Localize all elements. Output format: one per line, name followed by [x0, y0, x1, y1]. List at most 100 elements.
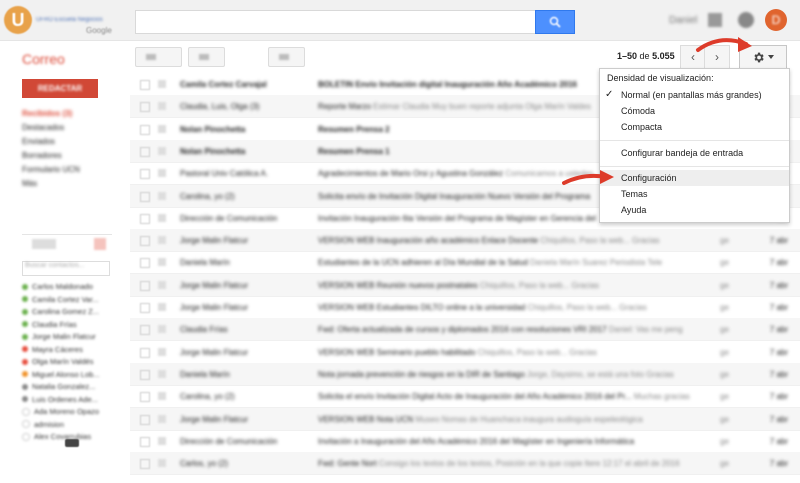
contact-item[interactable]: Olga Marín Valdés	[22, 357, 94, 366]
star-icon[interactable]	[158, 459, 166, 468]
row-checkbox[interactable]	[140, 169, 150, 180]
row-checkbox[interactable]	[140, 414, 150, 425]
star-icon[interactable]	[158, 369, 166, 378]
email-sender: Camila Cortez Carvajal	[180, 80, 267, 89]
hangouts-user-icon[interactable]	[32, 239, 56, 249]
contact-item[interactable]: Alex Covarrubias	[22, 432, 91, 441]
row-checkbox[interactable]	[140, 392, 150, 403]
apps-grid-icon[interactable]	[708, 13, 722, 27]
star-icon[interactable]	[158, 436, 166, 445]
table-row[interactable]: Jorge Malin Flatcur VERSION WEB Reunión n…	[130, 273, 800, 297]
table-row[interactable]: Jorge Malin Flatcur VERSION WEB Nota UCN …	[130, 407, 800, 431]
compose-button[interactable]: REDACTAR	[22, 79, 98, 98]
star-icon[interactable]	[158, 169, 166, 178]
row-checkbox[interactable]	[140, 102, 150, 113]
table-row[interactable]: Jorge Malin Flatcur VERSION WEB Estudiant…	[130, 296, 800, 319]
more-actions-button[interactable]	[268, 47, 305, 67]
refresh-button[interactable]	[188, 47, 225, 67]
sidebar-item-sent[interactable]: Enviados	[22, 137, 55, 146]
density-normal-option[interactable]: ✓ Normal (en pantallas más grandes)	[600, 87, 789, 103]
configure-inbox-option[interactable]: Configurar bandeja de entrada	[600, 145, 789, 161]
star-icon[interactable]	[158, 414, 166, 423]
presence-status-icon	[22, 432, 30, 441]
table-row[interactable]: Daniela Marín Nota jornada prevención de …	[130, 362, 800, 386]
row-checkbox[interactable]	[140, 303, 150, 313]
contact-item[interactable]: Camila Cortez Var...	[22, 295, 99, 304]
sidebar-item-more[interactable]: Más	[22, 179, 37, 188]
user-name[interactable]: Daniel	[669, 15, 697, 26]
search-input[interactable]	[135, 10, 537, 34]
themes-option[interactable]: Temas	[600, 186, 789, 202]
row-checkbox[interactable]	[140, 436, 150, 447]
star-icon[interactable]	[158, 124, 166, 133]
mail-app-title[interactable]: Correo	[22, 51, 65, 67]
row-checkbox[interactable]	[140, 347, 150, 358]
contact-item[interactable]: Mayra Cáceres	[22, 345, 83, 354]
star-icon[interactable]	[158, 280, 166, 289]
star-icon[interactable]	[158, 325, 166, 334]
email-date: 7 abr	[769, 280, 788, 290]
contact-item[interactable]: Luis Ordenes Ade...	[22, 395, 98, 404]
presence-status-icon	[22, 333, 28, 340]
table-row[interactable]: Dirección de Comunicación Invitación a In…	[130, 430, 800, 453]
email-subject: Invitación a Inauguración del Año Académ…	[318, 436, 635, 446]
row-checkbox[interactable]	[140, 213, 150, 224]
row-checkbox[interactable]	[140, 459, 150, 470]
table-row[interactable]: Daniela Marín Estudiantes de la UCN adhie…	[130, 251, 800, 275]
star-icon[interactable]	[158, 213, 166, 222]
sidebar-item-label[interactable]: Formulario UCN	[22, 165, 80, 174]
contact-item[interactable]: admision	[22, 420, 64, 429]
pagination-label: 1–50 de 5.055	[617, 51, 675, 61]
row-checkbox[interactable]	[140, 124, 150, 135]
density-comfortable-option[interactable]: Cómoda	[600, 103, 789, 119]
chat-icon[interactable]	[65, 439, 79, 447]
star-icon[interactable]	[158, 303, 166, 311]
star-icon[interactable]	[158, 347, 166, 356]
avatar[interactable]: D	[765, 9, 787, 31]
help-option[interactable]: Ayuda	[600, 202, 789, 218]
row-checkbox[interactable]	[140, 236, 150, 247]
star-icon[interactable]	[158, 392, 166, 401]
row-checkbox[interactable]	[140, 146, 150, 157]
table-row[interactable]: Carlos, yo (2) Fwd: Gente Nort Consigo lo…	[130, 452, 800, 476]
email-sender: Jorge Malin Flatcur	[180, 236, 249, 246]
star-icon[interactable]	[158, 102, 166, 111]
contact-search-input[interactable]: Buscar contactos...	[22, 261, 110, 276]
sidebar-item-starred[interactable]: Destacados	[22, 123, 64, 132]
contact-item[interactable]: Carlos Maldonado	[22, 282, 93, 291]
table-row[interactable]: Claudia Frías Fwd: Oferta actualizada de …	[130, 318, 800, 342]
row-checkbox[interactable]	[140, 191, 150, 202]
density-compact-option[interactable]: Compacta	[600, 119, 789, 135]
row-checkbox[interactable]	[140, 280, 150, 291]
email-date: 7 abr	[769, 436, 788, 446]
star-icon[interactable]	[158, 146, 166, 155]
contact-item[interactable]: Miguel Alonso Lob...	[22, 370, 100, 379]
row-checkbox[interactable]	[140, 369, 150, 380]
contact-item[interactable]: Claudia Frías	[22, 320, 77, 329]
star-icon[interactable]	[158, 191, 166, 200]
table-row[interactable]: Jorge Malin Flatcur VERSION WEB Seminario…	[130, 341, 800, 364]
settings-option[interactable]: Configuración	[600, 170, 789, 186]
email-sender: Dirección de Comunicación	[180, 436, 278, 446]
contact-item[interactable]: Ada Moreno Opazo	[22, 407, 99, 416]
sidebar-item-inbox[interactable]: Recibidos (3)	[22, 109, 72, 118]
email-date: 7 abr	[769, 414, 788, 424]
search-button[interactable]	[535, 10, 575, 34]
contact-item[interactable]: Natalia Gonzalez...	[22, 382, 95, 391]
row-checkbox[interactable]	[140, 80, 150, 90]
contact-item[interactable]: Jorge Malin Flatcur	[22, 332, 96, 341]
star-icon[interactable]	[158, 258, 166, 267]
sidebar-item-drafts[interactable]: Borradores	[22, 151, 62, 160]
star-icon[interactable]	[158, 80, 166, 88]
email-label: ge	[720, 280, 729, 290]
table-row[interactable]: Carolina, yo (2) Solicita el envío Invita…	[130, 385, 800, 409]
table-row[interactable]: Jorge Malin Flatcur VERSION WEB Inaugurac…	[130, 229, 800, 253]
notifications-icon[interactable]	[738, 12, 754, 28]
row-checkbox[interactable]	[140, 258, 150, 269]
star-icon[interactable]	[158, 236, 166, 245]
hangouts-phone-icon[interactable]	[94, 238, 106, 250]
row-checkbox[interactable]	[140, 325, 150, 336]
sidebar: Correo REDACTAR Recibidos (3) Destacados…	[0, 41, 130, 483]
select-checkbox-button[interactable]	[135, 47, 182, 67]
contact-item[interactable]: Carolina Gomez Z...	[22, 307, 99, 316]
